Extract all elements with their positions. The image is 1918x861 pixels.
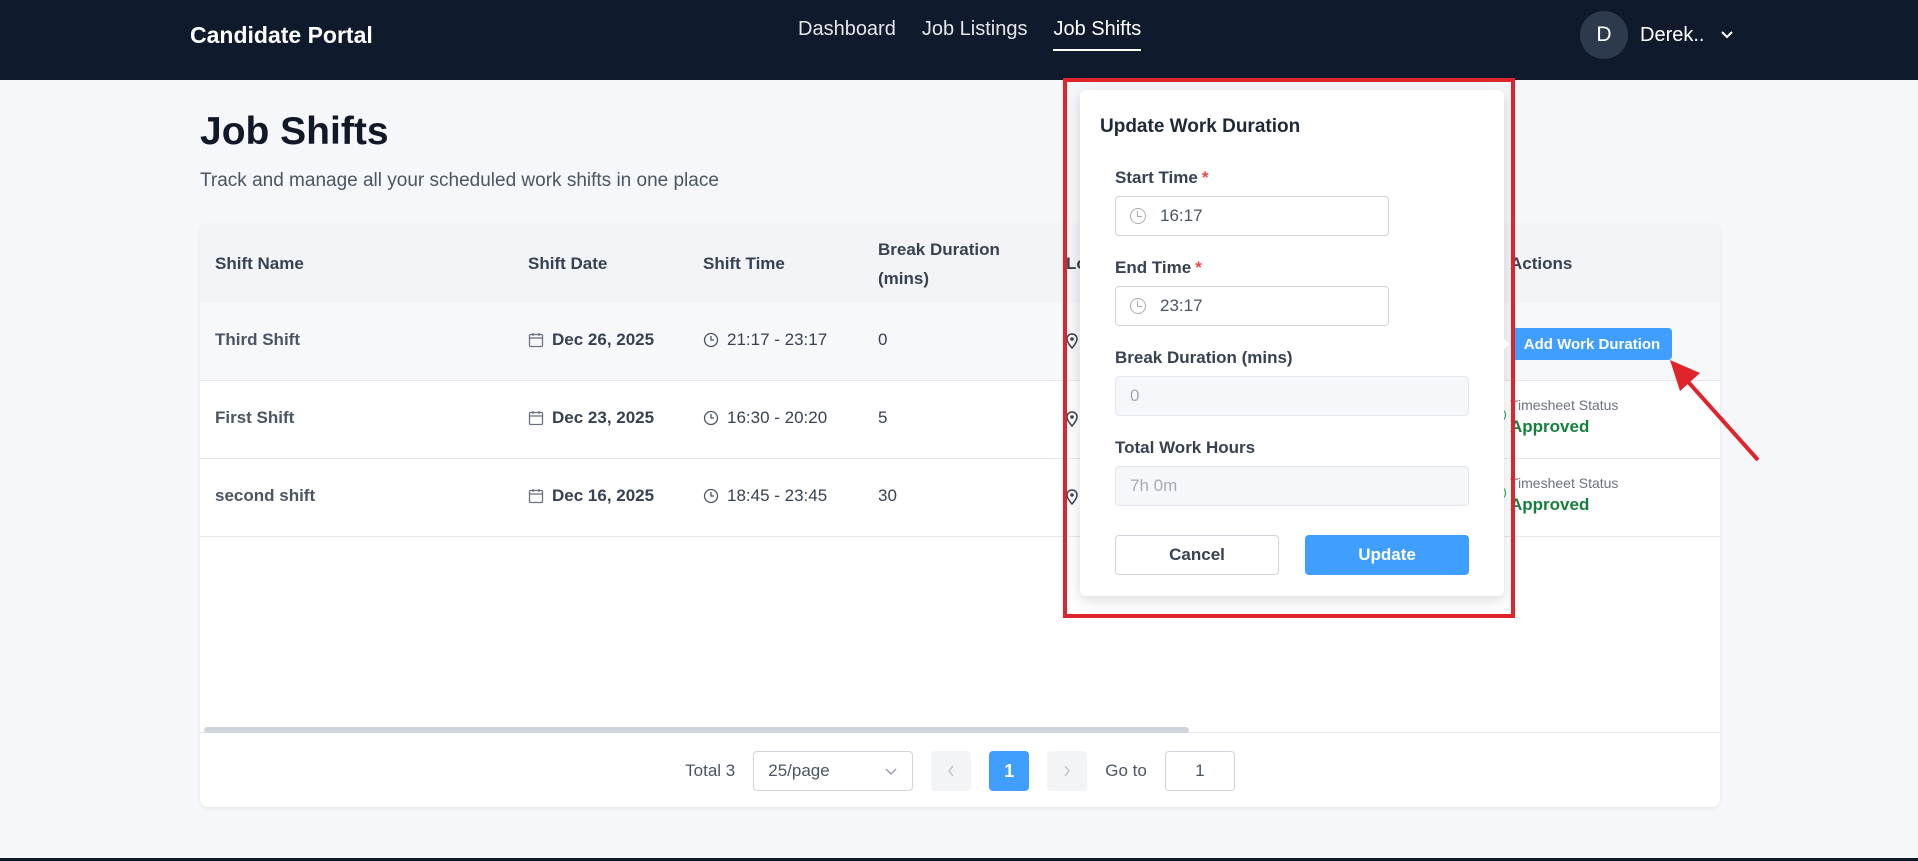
break-duration: 5 <box>878 408 888 427</box>
shift-time: 16:30 - 20:20 <box>727 408 828 427</box>
calendar-icon <box>528 488 544 504</box>
chevron-left-icon <box>948 765 954 777</box>
break-duration: 30 <box>878 486 897 505</box>
break-duration: 0 <box>878 330 888 349</box>
timesheet-status: Timesheet Status Approved <box>1492 397 1619 437</box>
timesheet-status-label: Timesheet Status <box>1510 475 1619 491</box>
header-shift-date: Shift Date <box>528 254 608 273</box>
shift-time-cell: 21:17 - 23:17 <box>703 330 827 350</box>
shift-time-cell: 18:45 - 23:45 <box>703 486 827 506</box>
shift-name: second shift <box>215 486 316 505</box>
nav-link-dashboard[interactable]: Dashboard <box>798 18 896 51</box>
shift-date-cell: Dec 16, 2025 <box>528 486 654 506</box>
calendar-icon <box>528 332 544 348</box>
timesheet-status-label: Timesheet Status <box>1510 397 1619 413</box>
horizontal-scrollbar-thumb[interactable] <box>204 727 1189 733</box>
user-name[interactable]: Derek.. <box>1640 24 1704 47</box>
shift-name: First Shift <box>215 408 295 427</box>
avatar[interactable]: D <box>1580 11 1628 59</box>
brand-title[interactable]: Candidate Portal <box>190 22 373 49</box>
page-number-button[interactable]: 1 <box>989 751 1030 791</box>
shift-date: Dec 23, 2025 <box>552 408 655 427</box>
clock-icon <box>703 410 719 426</box>
top-navbar: Candidate Portal Dashboard Job Listings … <box>0 0 1918 80</box>
highlight-box <box>1063 78 1515 618</box>
shift-date: Dec 26, 2025 <box>552 330 655 349</box>
shift-date-cell: Dec 26, 2025 <box>528 330 654 350</box>
shift-date-cell: Dec 23, 2025 <box>528 408 654 428</box>
timesheet-status-value: Approved <box>1510 495 1590 514</box>
header-break-duration: Break Duration (mins) <box>878 235 1000 293</box>
prev-page-button[interactable] <box>931 751 972 791</box>
timesheet-status-value: Approved <box>1510 417 1590 436</box>
header-shift-time: Shift Time <box>703 254 785 273</box>
clock-icon <box>703 332 719 348</box>
page-size-select[interactable]: 25/page <box>753 751 914 791</box>
shift-date: Dec 16, 2025 <box>552 486 655 505</box>
header-break-line2: (mins) <box>878 269 929 288</box>
calendar-icon <box>528 410 544 426</box>
shift-time-cell: 16:30 - 20:20 <box>703 408 827 428</box>
pagination: Total 3 25/page 1 Go to 1 <box>200 735 1720 807</box>
chevron-down-icon[interactable] <box>1720 27 1734 43</box>
shift-time: 18:45 - 23:45 <box>727 486 828 505</box>
red-arrow-annotation <box>1670 360 1760 462</box>
header-break-line1: Break Duration <box>878 240 1000 259</box>
add-work-duration-button[interactable]: Add Work Duration <box>1512 328 1672 360</box>
next-page-button[interactable] <box>1047 751 1088 791</box>
timesheet-status: Timesheet Status Approved <box>1492 475 1619 515</box>
goto-label: Go to <box>1105 761 1147 780</box>
clock-icon <box>703 488 719 504</box>
nav-link-job-shifts[interactable]: Job Shifts <box>1053 18 1142 51</box>
header-shift-name: Shift Name <box>215 254 304 273</box>
nav-links: Dashboard Job Listings Job Shifts <box>798 18 1142 51</box>
page-subtitle: Track and manage all your scheduled work… <box>200 170 719 191</box>
page-size-value: 25/page <box>768 761 830 780</box>
chevron-right-icon <box>1064 765 1071 777</box>
nav-link-job-listings[interactable]: Job Listings <box>922 18 1028 51</box>
user-menu[interactable]: D Derek.. <box>1580 11 1734 59</box>
page-title: Job Shifts <box>200 110 389 153</box>
goto-page-input[interactable]: 1 <box>1164 751 1235 791</box>
shift-name: Third Shift <box>215 330 300 349</box>
header-actions: Actions <box>1510 254 1573 273</box>
chevron-down-icon <box>884 761 898 781</box>
shift-time: 21:17 - 23:17 <box>727 330 828 349</box>
pagination-total: Total 3 <box>685 761 736 780</box>
